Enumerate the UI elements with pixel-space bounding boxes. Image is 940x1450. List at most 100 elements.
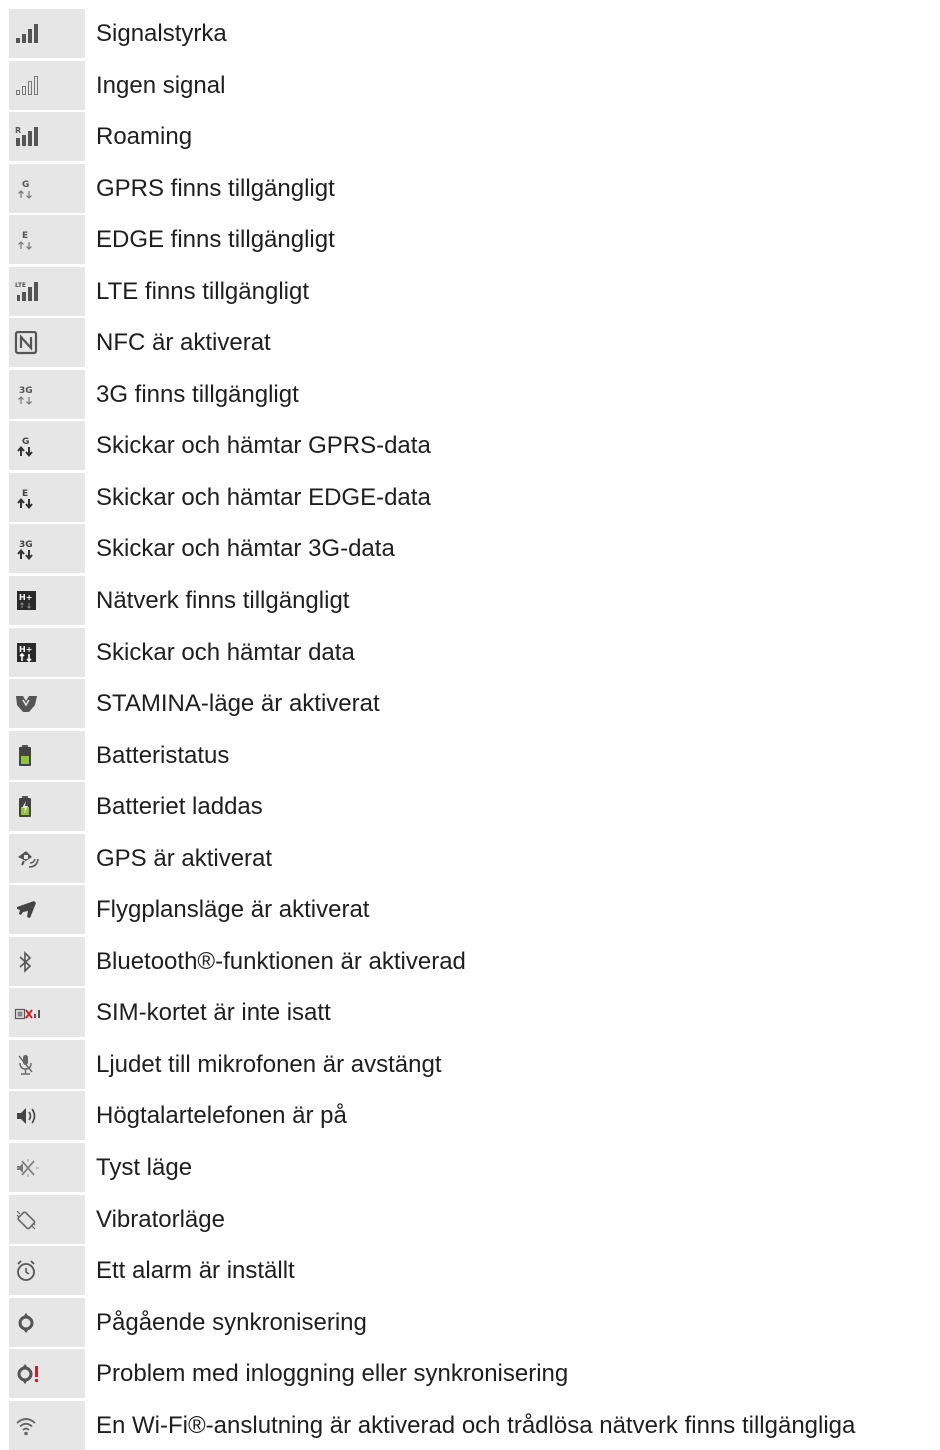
battery-charging-icon [19,796,31,818]
icon-cell [9,60,85,110]
icon-cell [9,1400,85,1450]
svg-text:H+: H+ [19,593,32,602]
icon-cell: H+ [9,576,85,626]
row-label: Batteriet laddas [96,793,263,821]
lte-available-icon: LTE [15,281,38,301]
row-label: Ljudet till mikrofonen är avstängt [96,1050,442,1078]
row-label: Ingen signal [96,71,226,99]
table-row: R Roaming [0,112,940,162]
row-label: NFC är aktiverat [96,329,271,357]
bluetooth-icon [19,950,32,973]
row-label: Skickar och hämtar data [96,638,355,666]
gprs-available-icon: G [18,180,32,199]
table-row: H+ Skickar och hämtar data [0,627,940,677]
no-signal-icon [16,75,38,95]
icon-cell: H+ [9,627,85,677]
row-label: Pågående synkronisering [96,1308,367,1336]
icon-cell: LTE [9,266,85,316]
svg-text:3G: 3G [19,386,33,396]
row-label: Bluetooth®-funktionen är aktiverad [96,947,466,975]
icon-cell: R [9,112,85,162]
nfc-icon [14,331,38,355]
icon-cell [9,318,85,368]
svg-text:LTE: LTE [15,282,26,289]
silent-mode-icon [17,1159,39,1178]
svg-text:E: E [22,231,28,241]
icon-cell: G [9,163,85,213]
wifi-icon [16,1417,36,1436]
table-row: E Skickar och hämtar EDGE-data [0,472,940,522]
row-label: Skickar och hämtar GPRS-data [96,432,431,460]
svg-text:3G: 3G [19,540,33,550]
edge-data-transfer-icon: E [17,489,33,509]
edge-available-icon: E [18,231,32,251]
icon-cell [9,833,85,883]
table-row: Ingen signal [0,60,940,110]
vibrate-mode-icon [16,1210,36,1230]
row-label: Skickar och hämtar 3G-data [96,535,395,563]
icon-cell: E [9,472,85,522]
table-row: H+ Nätverk finns tillgängligt [0,576,940,626]
speakerphone-icon [17,1108,36,1125]
icon-cell [9,936,85,986]
icon-cell [9,1349,85,1399]
stamina-mode-icon [16,696,37,713]
table-row: SIM-kortet är inte isatt [0,988,940,1038]
table-row: Bluetooth®-funktionen är aktiverad [0,936,940,986]
table-row: Högtalartelefonen är på [0,1091,940,1141]
row-label: GPRS finns tillgängligt [96,174,335,202]
signal-strength-icon [16,24,38,43]
table-row: STAMINA-läge är aktiverat [0,679,940,729]
3g-data-transfer-icon: 3G [17,540,33,561]
microphone-muted-icon [18,1054,33,1075]
battery-status-icon [19,744,31,766]
icon-cell [9,885,85,935]
row-label: Tyst läge [96,1154,193,1182]
table-row: Ett alarm är inställt [0,1246,940,1296]
table-row: 3G 3G finns tillgängligt [0,369,940,419]
icon-cell [9,1039,85,1089]
svg-text:E: E [22,489,28,499]
no-sim-icon [14,1009,40,1020]
table-row: G Skickar och hämtar GPRS-data [0,421,940,471]
svg-text:G: G [22,180,29,190]
row-label: En Wi-Fi®-anslutning är aktiverad och tr… [96,1411,856,1439]
icon-cell [9,679,85,729]
sync-problem-icon [17,1364,38,1385]
icon-cell [9,782,85,832]
row-label: 3G finns tillgängligt [96,380,299,408]
icon-cell: E [9,215,85,265]
gps-icon [18,850,39,868]
icon-cell [9,9,85,58]
row-label: LTE finns tillgängligt [96,277,309,305]
table-row: E EDGE finns tillgängligt [0,215,940,265]
icon-cell [9,730,85,780]
airplane-mode-icon [17,901,36,919]
table-row: Signalstyrka [0,9,940,58]
row-label: Nätverk finns tillgängligt [96,587,350,615]
row-label: Problem med inloggning eller synkroniser… [96,1360,569,1388]
table-row: Pågående synkronisering [0,1297,940,1347]
row-label: EDGE finns tillgängligt [96,226,335,254]
data-transfer-icon: H+ [17,642,36,662]
icon-cell [9,1246,85,1296]
table-row: Problem med inloggning eller synkroniser… [0,1349,940,1399]
row-label: Signalstyrka [96,20,227,47]
table-row: En Wi-Fi®-anslutning är aktiverad och tr… [0,1400,940,1450]
table-row: Batteriet laddas [0,782,940,832]
icon-cell [9,1297,85,1347]
table-row: Vibratorläge [0,1194,940,1244]
table-row: Ljudet till mikrofonen är avstängt [0,1039,940,1089]
table-row: Batteristatus [0,730,940,780]
row-label: Roaming [96,123,193,151]
icon-cell: 3G [9,369,85,419]
network-available-icon: H+ [17,591,36,611]
sync-icon [18,1312,34,1333]
svg-text:G: G [22,437,29,447]
icon-cell [9,1194,85,1244]
row-label: Ett alarm är inställt [96,1257,295,1285]
alarm-icon [17,1260,35,1282]
icon-cell [9,1091,85,1141]
table-row: Tyst läge [0,1143,940,1193]
row-label: Batteristatus [96,741,230,769]
